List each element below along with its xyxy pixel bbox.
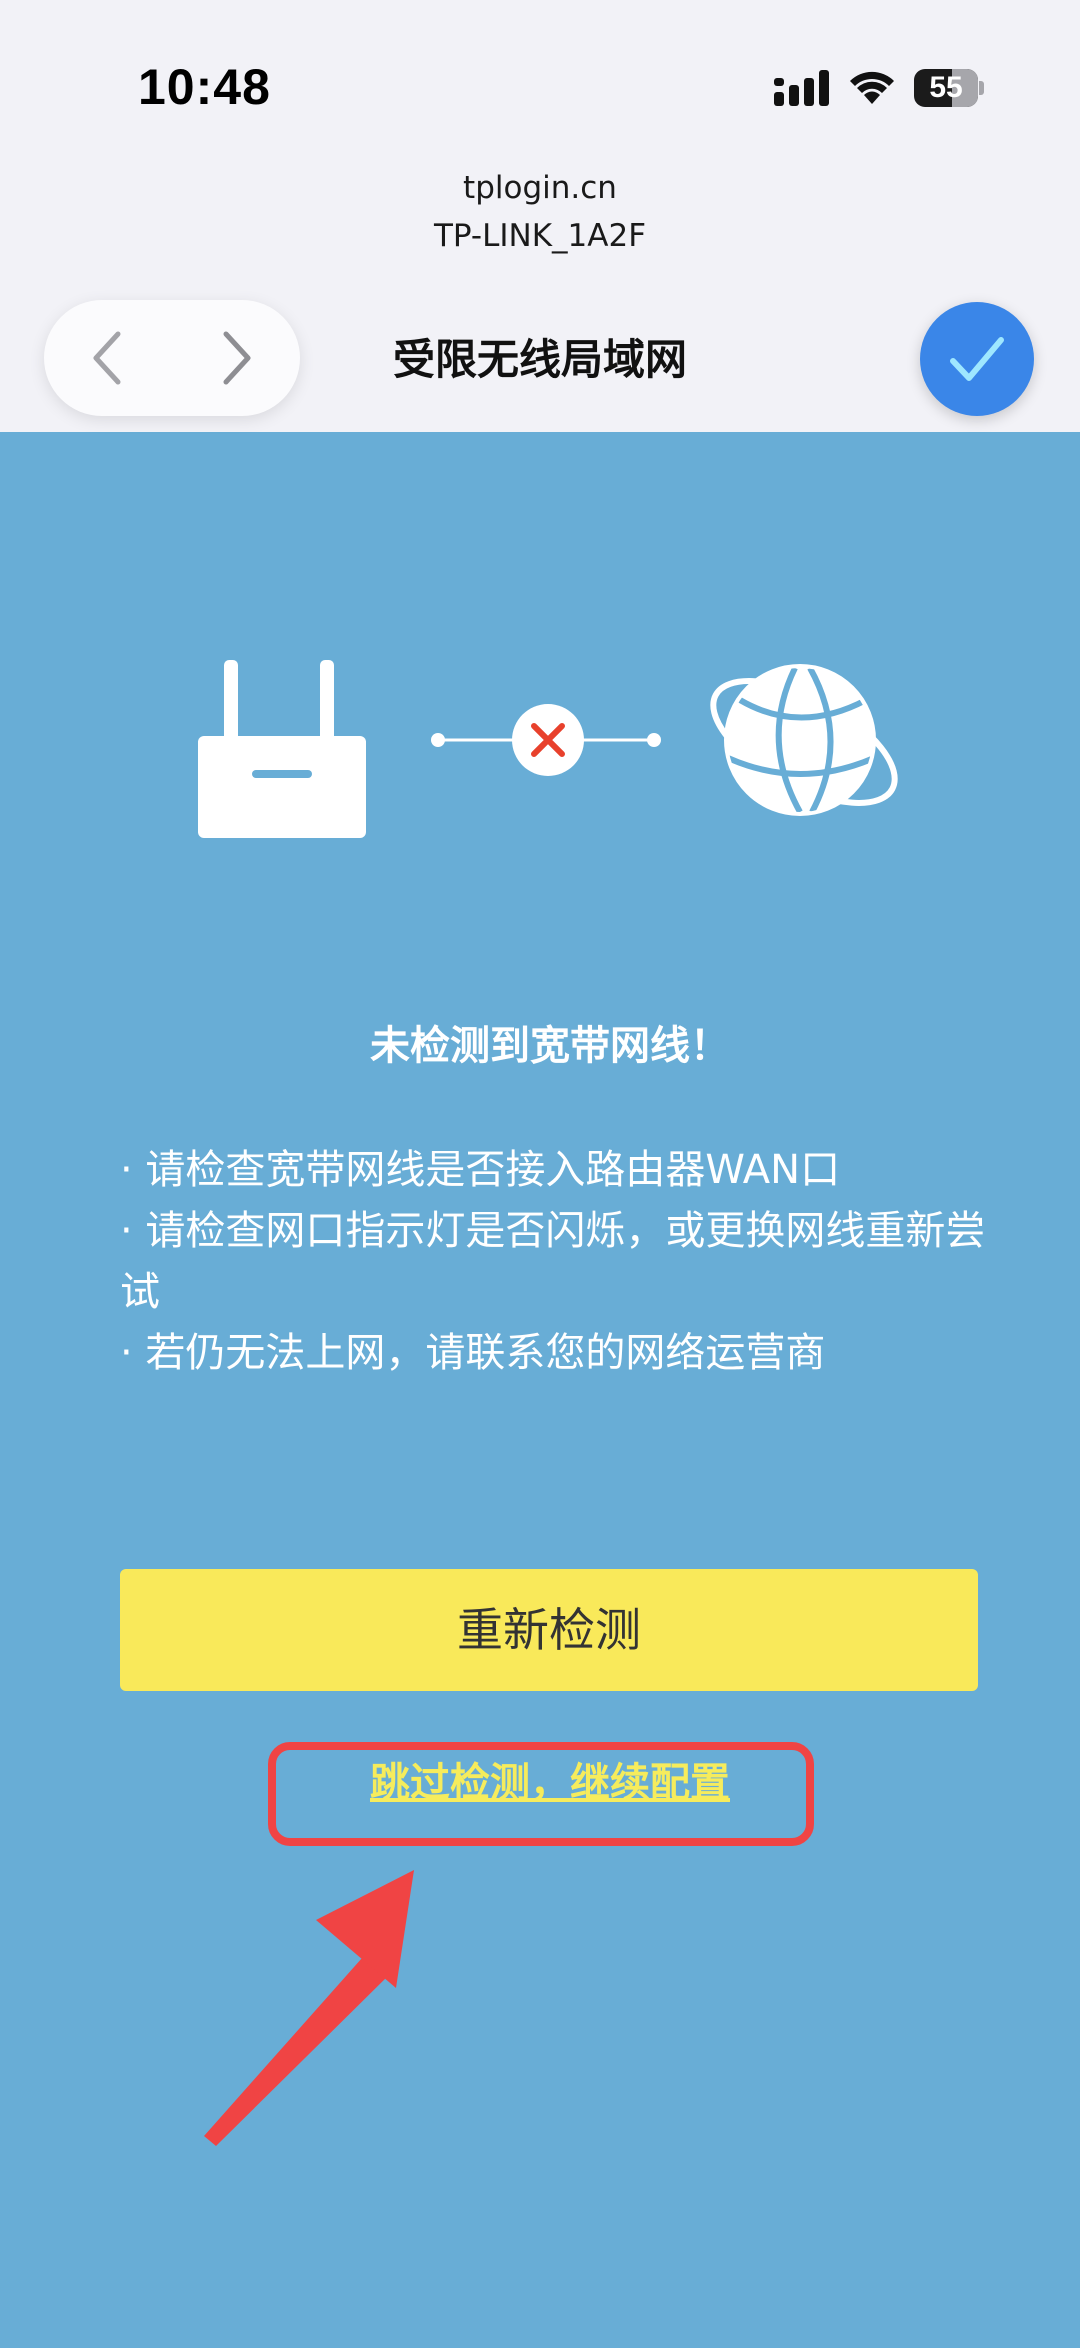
- status-time: 10:48: [138, 59, 271, 115]
- signal-icon: [774, 70, 829, 106]
- forward-button[interactable]: [172, 300, 300, 416]
- status-icons: 55: [774, 64, 984, 112]
- nav-pill: [44, 300, 300, 416]
- page-title: 受限无线局域网: [392, 335, 687, 384]
- router-icon: [198, 660, 366, 838]
- tip-item: · 请检查网口指示灯是否闪烁，或更换网线重新尝试: [120, 1208, 986, 1315]
- arrow-head: [316, 1870, 414, 1988]
- done-button[interactable]: [920, 302, 1034, 416]
- globe-icon: [710, 664, 898, 816]
- wifi-icon: [850, 71, 894, 104]
- checkmark-icon: [950, 337, 1004, 381]
- tip-item: · 若仍无法上网，请联系您的网络运营商: [120, 1330, 826, 1376]
- connection-illustration: [198, 660, 898, 838]
- battery-level: 55: [929, 71, 963, 104]
- sheet-header: 10:48 55 tplogin.cn TP-LINK_1A2F 受限无线局域网: [0, 0, 1080, 432]
- arrow-shape: [204, 1870, 414, 2146]
- error-headline: 未检测到宽带网线！: [370, 1023, 730, 1069]
- tip-item: · 请检查宽带网线是否接入路由器WAN口: [120, 1147, 841, 1193]
- chevron-right-icon: [223, 331, 251, 385]
- retest-button[interactable]: 重新检测: [120, 1569, 978, 1691]
- skip-detection-link[interactable]: 跳过检测，继续配置: [268, 1755, 832, 1811]
- network-ssid: TP-LINK_1A2F: [433, 218, 647, 254]
- site-host: tplogin.cn: [463, 170, 617, 206]
- troubleshooting-tips: · 请检查宽带网线是否接入路由器WAN口 · 请检查网口指示灯是否闪烁，或更换网…: [120, 1140, 990, 1384]
- chevron-left-icon: [93, 331, 121, 385]
- battery-icon: 55: [914, 69, 984, 107]
- back-button[interactable]: [44, 300, 172, 416]
- disconnected-x-icon: [512, 704, 584, 776]
